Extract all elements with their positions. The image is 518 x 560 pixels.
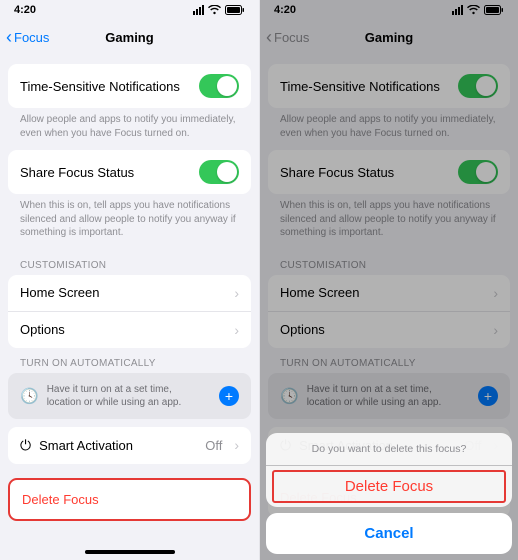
options-row[interactable]: Options ›: [268, 311, 510, 348]
automation-hint: Have it turn on at a set time, location …: [47, 383, 211, 409]
chevron-right-icon: ›: [234, 437, 239, 453]
sheet-cancel-button[interactable]: Cancel: [266, 513, 512, 554]
back-label: Focus: [274, 30, 309, 45]
auto-header: TURN ON AUTOMATICALLY: [268, 348, 510, 373]
clock-icon: 🕓: [20, 387, 39, 405]
back-button[interactable]: ‹ Focus: [266, 20, 309, 54]
nav-bar: ‹ Focus Gaming: [260, 20, 518, 54]
time-sensitive-toggle[interactable]: [458, 74, 498, 98]
time-sensitive-footer: Allow people and apps to notify you imme…: [8, 108, 251, 150]
status-indicators: [193, 5, 245, 15]
cellular-icon: [193, 5, 204, 15]
delete-focus-label: Delete Focus: [22, 492, 99, 507]
delete-focus-button[interactable]: Delete Focus: [8, 478, 251, 521]
time-sensitive-row[interactable]: Time-Sensitive Notifications: [8, 64, 251, 108]
page-title: Gaming: [365, 30, 413, 45]
chevron-right-icon: ›: [234, 322, 239, 338]
share-status-label: Share Focus Status: [280, 165, 394, 180]
add-automation-row[interactable]: 🕓 Have it turn on at a set time, locatio…: [268, 373, 510, 419]
wifi-icon: [467, 5, 480, 15]
chevron-left-icon: ‹: [6, 28, 12, 46]
home-screen-label: Home Screen: [20, 285, 99, 300]
time-sensitive-row[interactable]: Time-Sensitive Notifications: [268, 64, 510, 108]
status-time: 4:20: [274, 4, 296, 16]
home-indicator[interactable]: [85, 550, 175, 554]
page-title: Gaming: [105, 30, 153, 45]
time-sensitive-footer: Allow people and apps to notify you imme…: [268, 108, 510, 150]
share-status-toggle[interactable]: [199, 160, 239, 184]
plus-icon[interactable]: +: [478, 386, 498, 406]
status-bar: 4:20: [260, 0, 518, 20]
share-status-row[interactable]: Share Focus Status: [8, 150, 251, 194]
sheet-delete-button[interactable]: Delete Focus: [266, 465, 512, 507]
smart-activation-label: Smart Activation: [39, 438, 197, 453]
time-sensitive-label: Time-Sensitive Notifications: [20, 79, 180, 94]
share-status-row[interactable]: Share Focus Status: [268, 150, 510, 194]
home-screen-label: Home Screen: [280, 285, 359, 300]
battery-icon: [225, 5, 245, 15]
chevron-right-icon: ›: [493, 285, 498, 301]
screen-left: 4:20 ‹ Focus Gaming Time-Sensitive Notif…: [0, 0, 259, 560]
options-label: Options: [20, 322, 65, 337]
automation-hint: Have it turn on at a set time, location …: [307, 383, 470, 409]
chevron-right-icon: ›: [493, 322, 498, 338]
cellular-icon: [452, 5, 463, 15]
home-screen-row[interactable]: Home Screen ›: [268, 275, 510, 311]
add-automation-row[interactable]: 🕓 Have it turn on at a set time, locatio…: [8, 373, 251, 419]
back-button[interactable]: ‹ Focus: [6, 20, 49, 54]
sheet-delete-label: Delete Focus: [345, 478, 433, 495]
smart-activation-row[interactable]: ⏻ Smart Activation Off ›: [8, 427, 251, 464]
smart-activation-value: Off: [205, 438, 222, 453]
action-sheet: Do you want to delete this focus? Delete…: [266, 433, 512, 554]
options-label: Options: [280, 322, 325, 337]
share-status-label: Share Focus Status: [20, 165, 134, 180]
sheet-cancel-label: Cancel: [364, 525, 413, 542]
chevron-left-icon: ‹: [266, 28, 272, 46]
options-row[interactable]: Options ›: [8, 311, 251, 348]
status-bar: 4:20: [0, 0, 259, 20]
share-status-footer: When this is on, tell apps you have noti…: [268, 194, 510, 250]
home-screen-row[interactable]: Home Screen ›: [8, 275, 251, 311]
time-sensitive-toggle[interactable]: [199, 74, 239, 98]
share-status-toggle[interactable]: [458, 160, 498, 184]
screen-right: 4:20 ‹ Focus Gaming Time-Sensitive Notif…: [259, 0, 518, 560]
share-status-footer: When this is on, tell apps you have noti…: [8, 194, 251, 250]
status-indicators: [452, 5, 504, 15]
chevron-right-icon: ›: [234, 285, 239, 301]
wifi-icon: [208, 5, 221, 15]
clock-icon: 🕓: [280, 387, 299, 405]
customisation-header: CUSTOMISATION: [8, 250, 251, 275]
time-sensitive-label: Time-Sensitive Notifications: [280, 79, 440, 94]
back-label: Focus: [14, 30, 49, 45]
nav-bar: ‹ Focus Gaming: [0, 20, 259, 54]
plus-icon[interactable]: +: [219, 386, 239, 406]
customisation-header: CUSTOMISATION: [268, 250, 510, 275]
status-time: 4:20: [14, 4, 36, 16]
power-icon: ⏻: [20, 437, 31, 454]
battery-icon: [484, 5, 504, 15]
sheet-prompt: Do you want to delete this focus?: [266, 433, 512, 465]
auto-header: TURN ON AUTOMATICALLY: [8, 348, 251, 373]
